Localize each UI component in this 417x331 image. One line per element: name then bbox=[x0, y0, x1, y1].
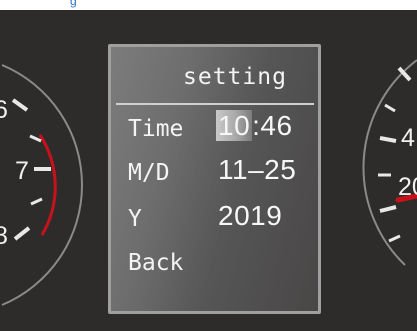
right-gauge-label: 20 bbox=[398, 173, 417, 201]
right-gauge-tick-minor bbox=[388, 234, 401, 243]
date-value[interactable]: 11–25 bbox=[218, 154, 296, 186]
year-value[interactable]: 2019 bbox=[218, 200, 282, 232]
partial-top-text: g bbox=[70, 0, 77, 8]
top-strip: g bbox=[0, 0, 417, 10]
title-divider bbox=[116, 103, 314, 105]
time-label[interactable]: Time bbox=[128, 116, 183, 142]
right-gauge-tick-major bbox=[379, 136, 397, 143]
right-gauge-label: 4 bbox=[401, 124, 415, 152]
settings-panel: setting Time 10:46 M/D 11–25 Y 2019 Back bbox=[108, 44, 321, 314]
time-hour-selected[interactable]: 10 bbox=[216, 110, 253, 141]
year-label[interactable]: Y bbox=[128, 206, 142, 232]
time-minutes[interactable]: :46 bbox=[252, 110, 292, 141]
right-gauge-tick-minor bbox=[384, 103, 396, 113]
instrument-cluster: 6 7 8 4 20 setting Time 10:46 M/D 11–25 … bbox=[0, 10, 417, 331]
back-option[interactable]: Back bbox=[128, 250, 183, 276]
time-value[interactable]: 10:46 bbox=[216, 110, 293, 142]
date-label[interactable]: M/D bbox=[128, 160, 170, 186]
right-gauge-rim bbox=[362, 59, 417, 266]
panel-title: setting bbox=[183, 64, 287, 90]
right-gauge-tick-major bbox=[379, 205, 397, 213]
